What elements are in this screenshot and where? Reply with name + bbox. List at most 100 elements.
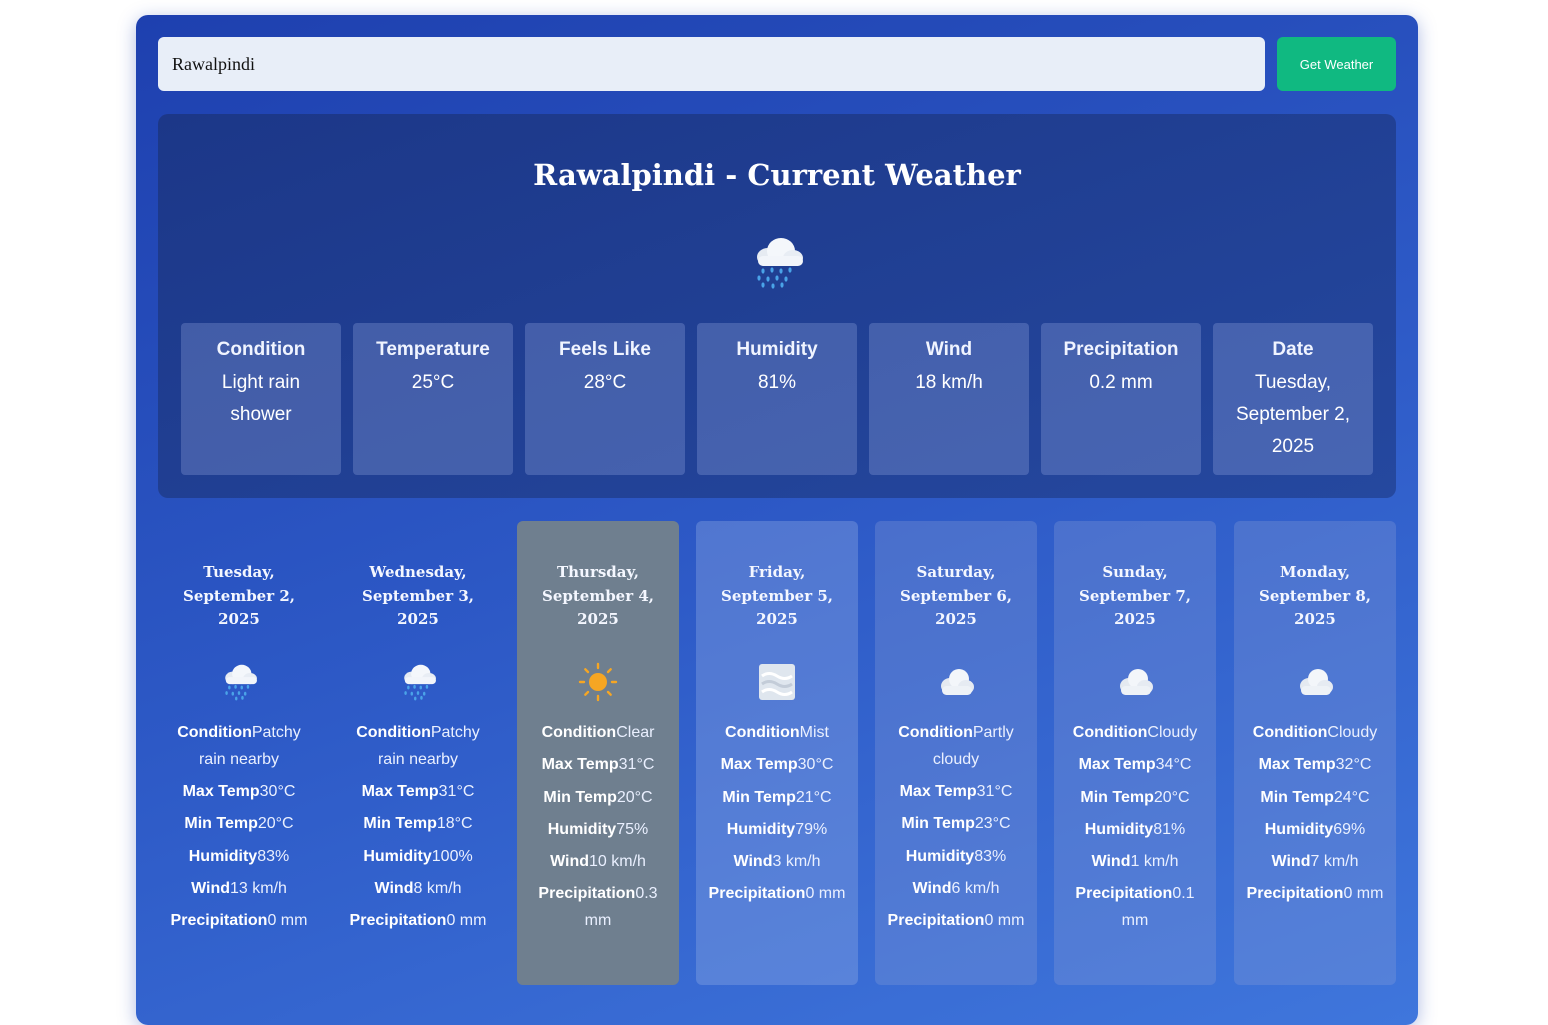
stat-precipitation: Precipitation 0.2 mm xyxy=(1041,323,1201,475)
stat-value: 25°C xyxy=(411,372,455,393)
forecast-date: Wednesday, September 3, 2025 xyxy=(361,563,475,628)
detail-max-temp: Max Temp30°C xyxy=(720,756,834,774)
detail-wind: Wind8 km/h xyxy=(374,879,462,897)
weather-app: Get Weather Rawalpindi - Current Weather xyxy=(136,15,1418,1025)
forecast-date: Tuesday, September 2, 2025 xyxy=(182,563,296,628)
detail-max-temp: Max Temp31°C xyxy=(361,783,475,801)
stat-value: 0.2 mm xyxy=(1089,372,1153,393)
detail-condition: ConditionPartly cloudy xyxy=(898,724,1014,768)
detail-humidity: Humidity81% xyxy=(1084,820,1186,838)
detail-condition: ConditionCloudy xyxy=(1252,724,1378,741)
stat-label: Feels Like xyxy=(559,339,651,360)
detail-max-temp: Max Temp32°C xyxy=(1258,756,1372,774)
stat-temperature: Temperature 25°C xyxy=(353,323,513,475)
detail-humidity: Humidity83% xyxy=(905,847,1007,865)
detail-min-temp: Min Temp20°C xyxy=(1080,788,1190,806)
forecast-details: ConditionMist Max Temp30°C Min Temp21°C … xyxy=(696,720,858,914)
sun-icon xyxy=(578,662,618,702)
detail-humidity: Humidity79% xyxy=(726,820,828,838)
stat-feels-like: Feels Like 28°C xyxy=(525,323,685,475)
detail-min-temp: Min Temp21°C xyxy=(722,788,832,806)
detail-humidity: Humidity83% xyxy=(188,847,290,865)
forecast-details: ConditionPatchy rain nearby Max Temp30°C… xyxy=(158,720,320,941)
get-weather-button[interactable]: Get Weather xyxy=(1277,37,1396,91)
forecast-date: Friday, September 5, 2025 xyxy=(720,563,834,628)
detail-humidity: Humidity100% xyxy=(363,847,473,865)
rain-cloud-icon xyxy=(225,664,257,701)
forecast-date: Thursday, September 4, 2025 xyxy=(541,563,655,628)
detail-max-temp: Max Temp31°C xyxy=(541,756,655,774)
detail-max-temp: Max Temp30°C xyxy=(182,783,296,801)
cloud-icon xyxy=(941,669,974,695)
forecast-details: ConditionClear Max Temp31°C Min Temp20°C… xyxy=(517,720,679,941)
forecast-details: ConditionPatchy rain nearby Max Temp31°C… xyxy=(337,720,499,941)
detail-wind: Wind6 km/h xyxy=(912,879,1000,897)
stat-label: Precipitation xyxy=(1063,339,1179,360)
forecast-day-card[interactable]: Saturday, September 6, 2025 ConditionPar… xyxy=(875,521,1037,985)
forecast-date: Sunday, September 7, 2025 xyxy=(1078,563,1192,628)
current-stats: Condition Light rain shower Temperature … xyxy=(181,323,1373,475)
detail-min-temp: Min Temp24°C xyxy=(1260,788,1370,806)
stat-label: Wind xyxy=(925,339,973,360)
search-bar: Get Weather xyxy=(158,37,1396,91)
detail-precipitation: Precipitation0 mm xyxy=(887,912,1025,930)
stat-value: 28°C xyxy=(583,372,627,393)
detail-condition: ConditionPatchy rain nearby xyxy=(177,724,301,768)
current-weather-title: Rawalpindi - Current Weather xyxy=(533,158,1021,192)
forecast-day-card[interactable]: Wednesday, September 3, 2025 ConditionPa… xyxy=(337,521,499,985)
current-weather-panel: Rawalpindi - Current Weather Condition L… xyxy=(158,114,1396,498)
forecast-day-card-selected[interactable]: Thursday, September 4, 2025 ConditionCle… xyxy=(517,521,679,985)
stat-condition: Condition Light rain shower xyxy=(181,323,341,475)
detail-min-temp: Min Temp20°C xyxy=(184,815,294,833)
forecast-details: ConditionPartly cloudy Max Temp31°C Min … xyxy=(875,720,1037,941)
detail-precipitation: Precipitation0 mm xyxy=(170,912,308,930)
detail-max-temp: Max Temp34°C xyxy=(1078,756,1192,774)
mist-icon xyxy=(759,664,795,700)
detail-precipitation: Precipitation0 mm xyxy=(349,912,487,930)
stat-value: Tuesday, September 2, 2025 xyxy=(1235,372,1351,457)
detail-humidity: Humidity69% xyxy=(1264,820,1366,838)
stat-label: Humidity xyxy=(736,339,818,360)
stat-label: Temperature xyxy=(376,339,490,360)
detail-precipitation: Precipitation0.1 mm xyxy=(1075,885,1195,930)
forecast-details: ConditionCloudy Max Temp34°C Min Temp20°… xyxy=(1054,720,1216,941)
detail-wind: Wind10 km/h xyxy=(550,853,646,871)
detail-wind: Wind7 km/h xyxy=(1271,853,1359,871)
detail-wind: Wind3 km/h xyxy=(733,853,821,871)
detail-precipitation: Precipitation0 mm xyxy=(1246,885,1384,903)
detail-condition: ConditionPatchy rain nearby xyxy=(356,724,480,768)
forecast-list: Tuesday, September 2, 2025 ConditionPatc… xyxy=(158,521,1396,985)
detail-min-temp: Min Temp23°C xyxy=(901,815,1011,833)
stat-value: 18 km/h xyxy=(915,372,983,393)
stat-date: Date Tuesday, September 2, 2025 xyxy=(1213,323,1373,475)
detail-precipitation: Precipitation0.3 mm xyxy=(538,885,658,930)
city-search-input[interactable] xyxy=(158,37,1265,91)
detail-max-temp: Max Temp31°C xyxy=(899,783,1013,801)
stat-value: Light rain shower xyxy=(221,372,301,425)
forecast-day-card[interactable]: Sunday, September 7, 2025 ConditionCloud… xyxy=(1054,521,1216,985)
stat-humidity: Humidity 81% xyxy=(697,323,857,475)
detail-min-temp: Min Temp18°C xyxy=(363,815,473,833)
detail-condition: ConditionMist xyxy=(725,724,829,741)
forecast-date: Monday, September 8, 2025 xyxy=(1258,563,1372,628)
rain-cloud-icon xyxy=(404,664,436,701)
forecast-date: Saturday, September 6, 2025 xyxy=(899,563,1013,628)
detail-wind: Wind13 km/h xyxy=(191,879,287,897)
rain-cloud-icon xyxy=(757,238,803,289)
stat-label: Condition xyxy=(216,339,306,360)
forecast-day-card[interactable]: Friday, September 5, 2025 ConditionMist … xyxy=(696,521,858,985)
detail-precipitation: Precipitation0 mm xyxy=(708,885,846,903)
stat-value: 81% xyxy=(757,372,797,393)
detail-wind: Wind1 km/h xyxy=(1091,853,1179,871)
forecast-details: ConditionCloudy Max Temp32°C Min Temp24°… xyxy=(1234,720,1396,914)
forecast-day-card[interactable]: Monday, September 8, 2025 ConditionCloud… xyxy=(1234,521,1396,985)
stat-wind: Wind 18 km/h xyxy=(869,323,1029,475)
cloud-icon xyxy=(1120,669,1153,695)
detail-condition: ConditionClear xyxy=(541,724,655,741)
cloud-icon xyxy=(1300,669,1333,695)
detail-condition: ConditionCloudy xyxy=(1072,724,1198,741)
stat-label: Date xyxy=(1272,339,1314,360)
detail-min-temp: Min Temp20°C xyxy=(543,788,653,806)
forecast-day-card[interactable]: Tuesday, September 2, 2025 ConditionPatc… xyxy=(158,521,320,985)
detail-humidity: Humidity75% xyxy=(547,820,649,838)
